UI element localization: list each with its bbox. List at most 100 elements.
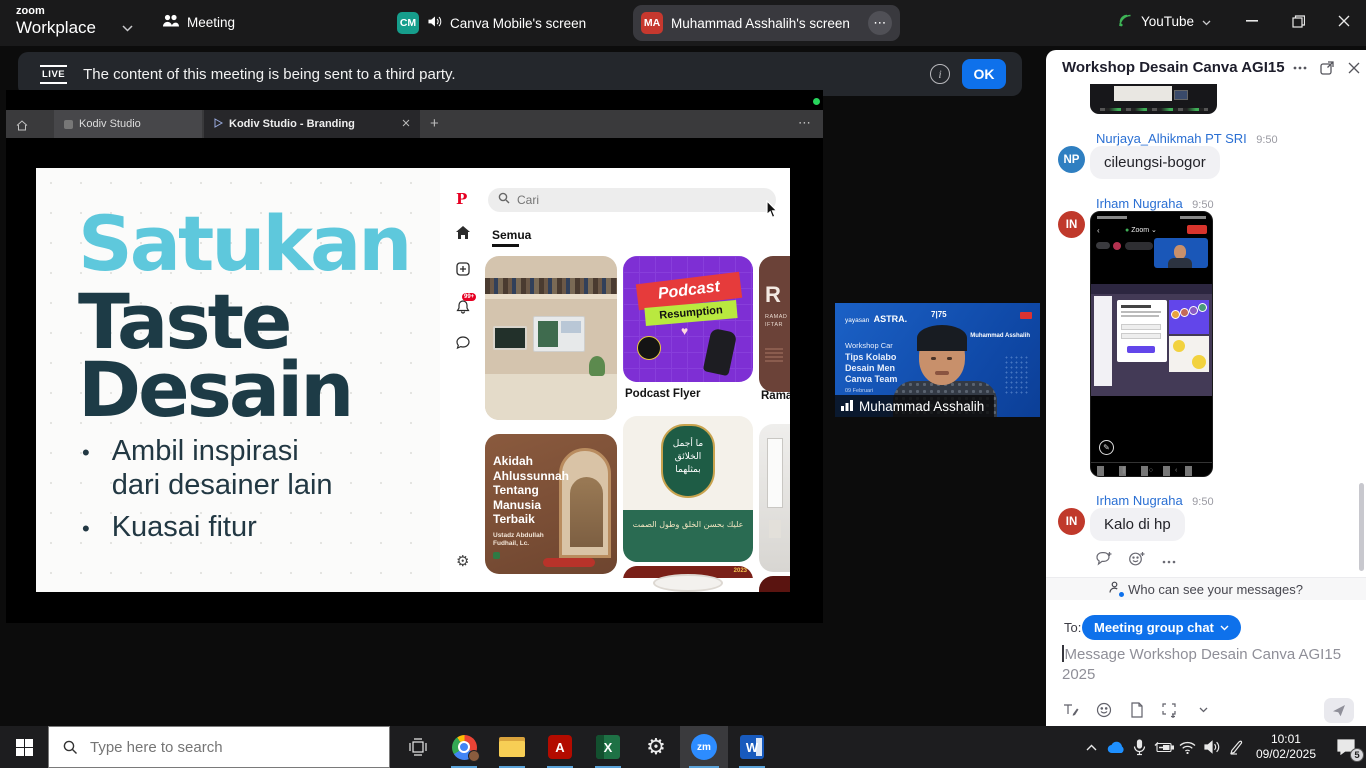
onedrive-icon[interactable]	[1104, 726, 1128, 768]
pinterest-logo-icon[interactable]: P	[456, 190, 467, 208]
youtube-chevron-down-icon	[1202, 14, 1211, 29]
action-center-icon[interactable]: 5	[1326, 726, 1366, 768]
pill-art3	[1125, 242, 1153, 250]
ok-button[interactable]: OK	[962, 59, 1006, 89]
emoji-icon[interactable]	[1093, 700, 1115, 720]
taskbar-search-input[interactable]	[90, 739, 350, 756]
pin-arabic-quote[interactable]: ما أجمل الخلائقبمثلهما عليك بحسن الخلق و…	[623, 416, 753, 562]
notification-count-badge: 5	[1350, 748, 1364, 762]
shelf-art	[485, 294, 617, 299]
tab-canva-mobile-screen[interactable]: CM Canva Mobile's screen	[397, 12, 586, 34]
start-button[interactable]	[0, 726, 48, 768]
windows-taskbar: A X ⚙ zm W	[0, 726, 1366, 768]
browser-tab-kodiv-branding[interactable]: Kodiv Studio - Branding	[204, 110, 420, 138]
browser-more-icon[interactable]: ⋯	[798, 115, 811, 131]
chat-more-icon[interactable]	[1289, 57, 1311, 79]
attach-file-icon[interactable]	[1126, 700, 1148, 720]
annotate-pencil-icon: ✎	[1099, 440, 1114, 455]
restore-button[interactable]	[1283, 6, 1313, 36]
presenter-video-thumbnail[interactable]: yayasan ASTRA. 7|75 Workshop Car Tips Ko…	[835, 303, 1040, 417]
tab-muhammad-asshalih-screen[interactable]: MA Muhammad Asshalih's screen ⋯	[633, 5, 900, 41]
messages-bubble-icon[interactable]	[456, 336, 470, 355]
notification-badge: 99+	[462, 293, 476, 301]
sender-name: Irham Nugraha	[1096, 493, 1183, 508]
pin-interior[interactable]	[759, 424, 790, 572]
pin-ramadan[interactable]: R RAMAD IFTAR	[759, 256, 790, 392]
tab-close-icon[interactable]	[402, 118, 410, 130]
browser-tab-bar: Kodiv Studio Kodiv Studio - Branding + ⋯	[6, 110, 823, 138]
home-icon[interactable]	[456, 226, 470, 244]
recipient-selector[interactable]: Meeting group chat	[1082, 615, 1241, 640]
volume-icon[interactable]	[1200, 726, 1224, 768]
format-text-icon[interactable]	[1060, 700, 1082, 720]
chat-scrollbar[interactable]	[1359, 483, 1364, 571]
battery-icon[interactable]	[1152, 726, 1176, 768]
plant-art	[589, 356, 605, 376]
more-compose-chevron-icon[interactable]	[1192, 700, 1214, 720]
chat-close-icon[interactable]	[1343, 57, 1365, 79]
settings-gear-icon[interactable]: ⚙	[456, 552, 469, 570]
task-view-button[interactable]	[396, 726, 440, 768]
pin-akidah[interactable]: AkidahAhlussunnahTentangManusiaTerbaik U…	[485, 434, 617, 574]
zoom-taskbar-icon[interactable]: zm	[680, 726, 728, 768]
leave-button-art	[1187, 225, 1207, 234]
search-icon	[63, 740, 78, 755]
excel-taskbar-icon[interactable]: X	[584, 726, 632, 768]
minimize-button[interactable]	[1237, 6, 1267, 36]
acrobat-taskbar-icon[interactable]: A	[536, 726, 584, 768]
chrome-taskbar-icon[interactable]	[440, 726, 488, 768]
wifi-icon[interactable]	[1176, 726, 1200, 768]
message-time: 9:50	[1256, 134, 1277, 146]
tab-meeting[interactable]: Meeting	[162, 13, 235, 31]
pin-bottom-right[interactable]	[759, 576, 790, 592]
file-explorer-taskbar-icon[interactable]	[488, 726, 536, 768]
dot-pattern-art	[1004, 355, 1030, 395]
pin-food[interactable]: 2023	[623, 566, 753, 592]
tab-more-options-icon[interactable]: ⋯	[868, 11, 892, 35]
ornament-art: ما أجمل الخلائقبمثلهما	[661, 424, 715, 498]
chat-image-partial[interactable]	[1090, 84, 1217, 114]
screenshot-icon[interactable]	[1159, 700, 1181, 720]
live-stream-icon	[1118, 13, 1133, 30]
pin-caption-ramadan[interactable]: Ramada	[761, 390, 790, 402]
taskbar-search[interactable]	[48, 726, 390, 768]
text-caret	[1062, 645, 1064, 662]
pen-icon[interactable]	[1224, 726, 1248, 768]
pin-podcast[interactable]: Podcast Resumption ♥	[623, 256, 753, 382]
tab-underline	[492, 244, 519, 247]
tray-expand-chevron-icon[interactable]	[1080, 726, 1104, 768]
send-button[interactable]	[1324, 698, 1354, 723]
sender-name: Irham Nugraha	[1096, 196, 1183, 211]
more-actions-icon[interactable]	[1162, 551, 1176, 571]
add-reaction-icon[interactable]	[1129, 551, 1146, 571]
message-input[interactable]: Message Workshop Desain Canva AGI15 2025	[1062, 645, 1354, 685]
notifications-bell-icon[interactable]: 99+	[456, 300, 470, 319]
chat-popout-icon[interactable]	[1316, 57, 1338, 79]
youtube-live-button[interactable]: YouTube	[1118, 13, 1211, 30]
create-plus-icon[interactable]	[456, 262, 470, 281]
pin-desk-setup[interactable]	[485, 256, 617, 420]
settings-taskbar-icon[interactable]: ⚙	[632, 726, 680, 768]
close-window-button[interactable]	[1329, 6, 1359, 36]
phone-zoom-label: ● Zoom ⌄	[1125, 226, 1157, 234]
workspace-chevron-down-icon[interactable]	[122, 19, 133, 37]
clock-date: 09/02/2025	[1256, 747, 1316, 762]
new-tab-button[interactable]: +	[430, 115, 439, 132]
privacy-notice[interactable]: Who can see your messages?	[1046, 577, 1366, 600]
pin-caption-podcast[interactable]: Podcast Flyer	[625, 388, 700, 400]
info-icon[interactable]: i	[930, 64, 950, 84]
word-taskbar-icon[interactable]: W	[728, 726, 776, 768]
browser-home-icon[interactable]	[16, 118, 28, 136]
overlay-speaker-name: Muhammad Asshalih	[970, 333, 1030, 339]
pinterest-search-bar[interactable]	[488, 188, 776, 212]
browser-tab-kodiv-studio[interactable]: Kodiv Studio	[54, 110, 202, 138]
tab-favicon	[64, 120, 73, 129]
banner-text: The content of this meeting is being sen…	[83, 66, 455, 83]
tab-semua[interactable]: Semua	[492, 228, 531, 242]
message-3-bubble: Kalo di hp	[1090, 508, 1185, 541]
chat-image-phone-screenshot[interactable]: ‹ ● Zoom ⌄	[1090, 211, 1213, 477]
pinterest-search-input[interactable]	[517, 193, 747, 207]
reply-icon[interactable]	[1096, 551, 1113, 571]
taskbar-clock[interactable]: 10:01 09/02/2025	[1256, 732, 1316, 762]
microphone-icon[interactable]	[1128, 726, 1152, 768]
